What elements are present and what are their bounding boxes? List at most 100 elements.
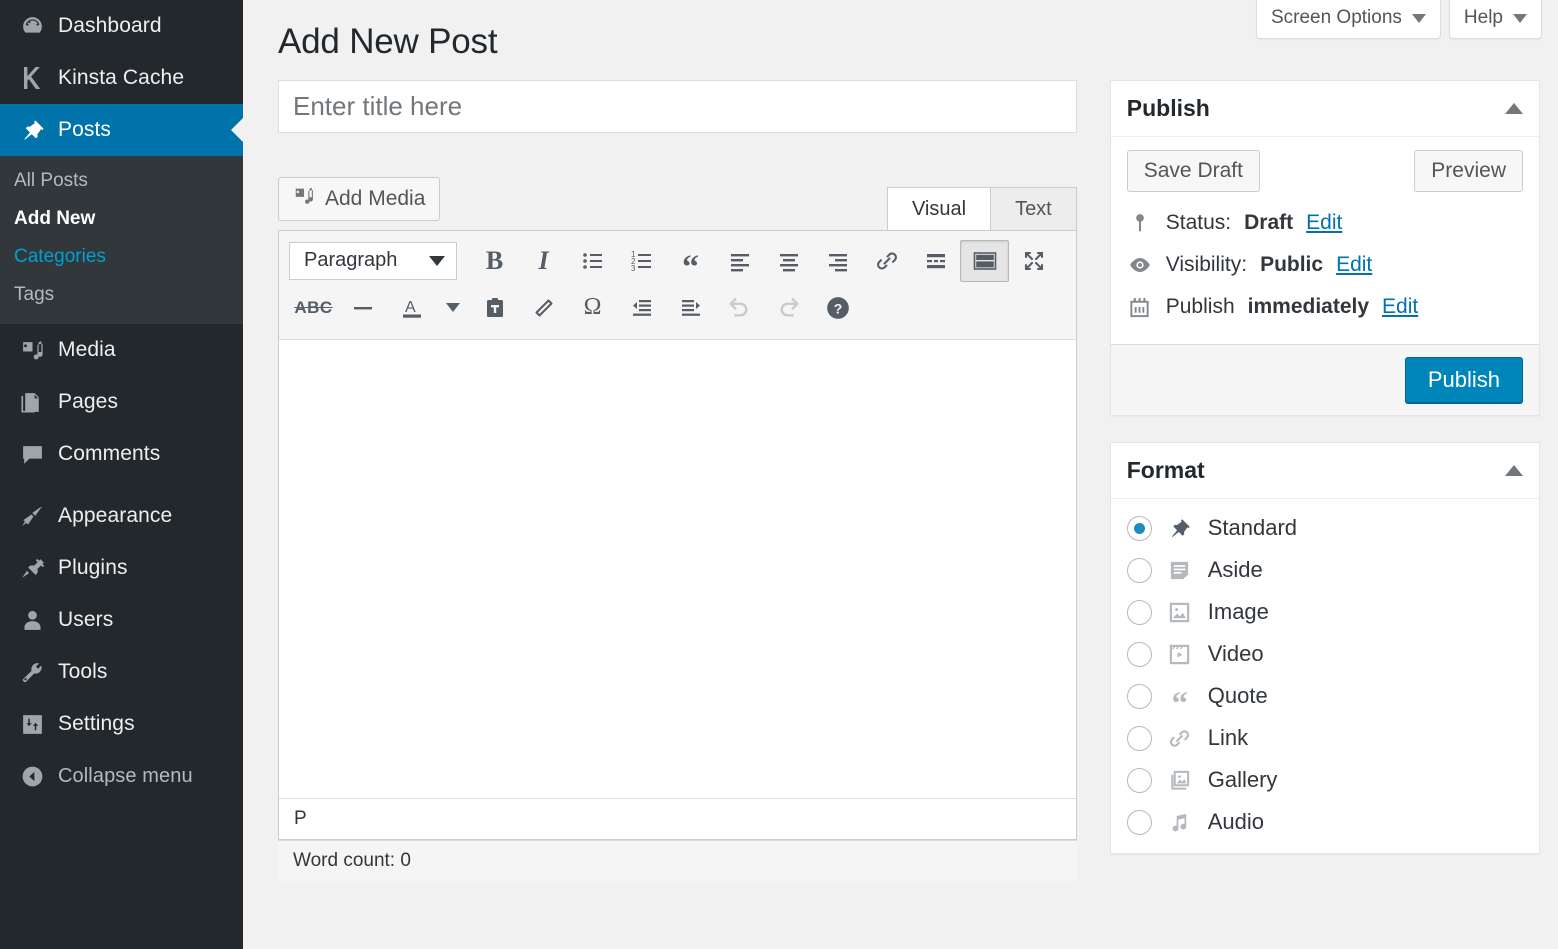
posts-submenu: All Posts Add New Categories Tags	[0, 156, 243, 324]
sidebar-item-appearance[interactable]: Appearance	[0, 490, 243, 542]
sidebar-item-settings[interactable]: Settings	[0, 698, 243, 750]
sidebar-item-comments[interactable]: Comments	[0, 428, 243, 480]
publish-when-label: Publish	[1166, 295, 1235, 319]
screen-options-button[interactable]: Screen Options	[1256, 0, 1441, 39]
radio-gallery[interactable]	[1127, 768, 1152, 793]
sidebar-item-label: Media	[54, 338, 116, 362]
radio-standard[interactable]	[1127, 516, 1152, 541]
bold-icon[interactable]: B	[470, 240, 519, 282]
sidebar-item-users[interactable]: Users	[0, 594, 243, 646]
publish-box-header: Publish	[1111, 81, 1539, 137]
clear-formatting-icon[interactable]	[519, 287, 568, 329]
indent-icon[interactable]	[666, 287, 715, 329]
strikethrough-icon[interactable]: ABC	[289, 287, 338, 329]
radio-aside[interactable]	[1127, 558, 1152, 583]
chevron-down-icon	[1412, 14, 1426, 23]
calendar-icon	[1127, 296, 1153, 319]
radio-quote[interactable]	[1127, 684, 1152, 709]
toolbar-toggle-icon[interactable]	[960, 240, 1009, 282]
submenu-item-add-new[interactable]: Add New	[0, 200, 243, 238]
text-color-dropdown-icon[interactable]	[436, 287, 470, 329]
add-media-label: Add Media	[325, 187, 425, 211]
chevron-up-icon[interactable]	[1505, 465, 1523, 476]
svg-text:3: 3	[631, 264, 636, 273]
publish-button[interactable]: Publish	[1405, 357, 1523, 403]
text-color-icon[interactable]: A	[387, 287, 436, 329]
link-chain-icon	[1166, 727, 1194, 750]
editor-content-area[interactable]	[279, 340, 1076, 798]
align-right-icon[interactable]	[813, 240, 862, 282]
paste-as-text-icon[interactable]	[470, 287, 519, 329]
sidebar-item-tools[interactable]: Tools	[0, 646, 243, 698]
format-option-gallery[interactable]: Gallery	[1115, 759, 1535, 801]
paragraph-format-select[interactable]: Paragraph	[289, 242, 457, 280]
sidebar-item-kinsta-cache[interactable]: Kinsta Cache	[0, 52, 243, 104]
sidebar-item-label: Appearance	[54, 504, 172, 528]
post-visibility-value: Public	[1260, 253, 1323, 277]
format-option-image[interactable]: Image	[1115, 591, 1535, 633]
align-center-icon[interactable]	[764, 240, 813, 282]
format-option-aside[interactable]: Aside	[1115, 549, 1535, 591]
format-option-video[interactable]: Video	[1115, 633, 1535, 675]
editor-element-path: P	[279, 798, 1076, 839]
sidebar-item-label: Pages	[54, 390, 118, 414]
help-label: Help	[1464, 7, 1503, 29]
aside-note-icon	[1166, 559, 1194, 582]
italic-icon[interactable]: I	[519, 240, 568, 282]
radio-video[interactable]	[1127, 642, 1152, 667]
main-content: Add New Post Add Media	[243, 0, 1558, 949]
read-more-icon[interactable]	[911, 240, 960, 282]
sidebar-item-media[interactable]: Media	[0, 324, 243, 376]
submenu-item-tags[interactable]: Tags	[0, 276, 243, 314]
add-media-button[interactable]: Add Media	[278, 177, 440, 221]
undo-icon[interactable]	[715, 287, 764, 329]
wrench-icon	[10, 660, 54, 685]
save-draft-button[interactable]: Save Draft	[1127, 150, 1260, 192]
bulleted-list-icon[interactable]	[568, 240, 617, 282]
collapse-menu-button[interactable]: Collapse menu	[0, 750, 243, 802]
post-title-input[interactable]	[278, 80, 1077, 133]
sidebar-item-plugins[interactable]: Plugins	[0, 542, 243, 594]
preview-button[interactable]: Preview	[1414, 150, 1523, 192]
format-option-label: Standard	[1208, 515, 1297, 541]
outdent-icon[interactable]	[617, 287, 666, 329]
radio-link[interactable]	[1127, 726, 1152, 751]
format-option-label: Link	[1208, 725, 1248, 751]
edit-publish-date-link[interactable]: Edit	[1382, 295, 1418, 319]
help-button[interactable]: Help	[1449, 0, 1542, 39]
insert-link-icon[interactable]	[862, 240, 911, 282]
gallery-icon	[1166, 769, 1194, 792]
tab-text[interactable]: Text	[990, 187, 1077, 230]
post-editor: Add Media Visual Text Paragrap	[278, 177, 1077, 881]
format-option-quote[interactable]: “ Quote	[1115, 675, 1535, 717]
align-left-icon[interactable]	[715, 240, 764, 282]
audio-note-icon	[1166, 811, 1194, 834]
keyboard-shortcuts-icon[interactable]: ?	[813, 287, 862, 329]
redo-icon[interactable]	[764, 287, 813, 329]
format-option-link[interactable]: Link	[1115, 717, 1535, 759]
numbered-list-icon[interactable]: 1 2 3	[617, 240, 666, 282]
sidebar-item-label: Comments	[54, 442, 160, 466]
paragraph-format-value: Paragraph	[304, 249, 397, 272]
sidebar-item-pages[interactable]: Pages	[0, 376, 243, 428]
radio-image[interactable]	[1127, 600, 1152, 625]
submenu-item-all-posts[interactable]: All Posts	[0, 162, 243, 200]
radio-audio[interactable]	[1127, 810, 1152, 835]
fullscreen-icon[interactable]	[1009, 240, 1058, 282]
format-option-label: Aside	[1208, 557, 1263, 583]
horizontal-line-icon[interactable]	[338, 287, 387, 329]
chevron-up-icon[interactable]	[1505, 103, 1523, 114]
special-character-icon[interactable]: Ω	[568, 287, 617, 329]
format-option-label: Gallery	[1208, 767, 1278, 793]
sidebar-item-posts[interactable]: Posts	[0, 104, 243, 156]
format-option-audio[interactable]: Audio	[1115, 801, 1535, 843]
chevron-down-icon	[1513, 14, 1527, 23]
blockquote-icon[interactable]: “	[666, 240, 715, 282]
sidebar-item-dashboard[interactable]: Dashboard	[0, 0, 243, 52]
edit-status-link[interactable]: Edit	[1306, 211, 1342, 235]
svg-text:A: A	[405, 299, 416, 316]
format-option-standard[interactable]: Standard	[1115, 507, 1535, 549]
submenu-item-categories[interactable]: Categories	[0, 238, 243, 276]
tab-visual[interactable]: Visual	[887, 187, 991, 230]
edit-visibility-link[interactable]: Edit	[1336, 253, 1372, 277]
